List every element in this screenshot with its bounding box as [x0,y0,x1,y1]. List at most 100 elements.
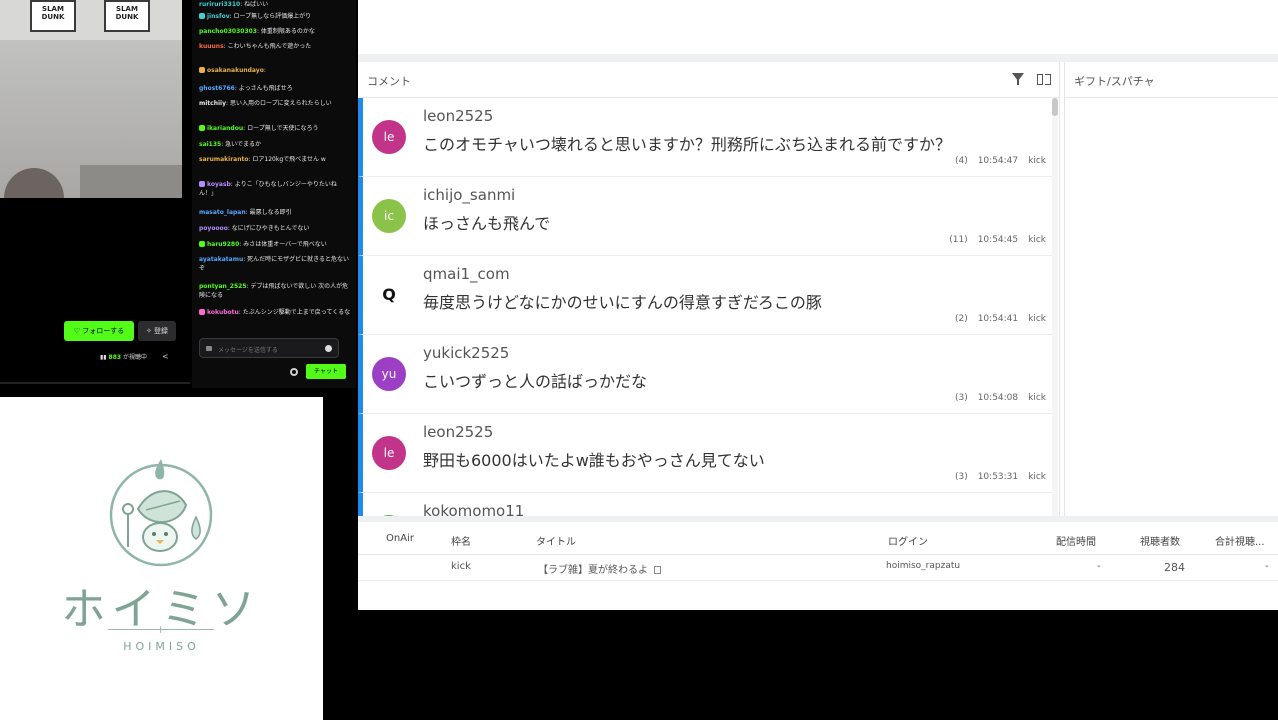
chat-input[interactable]: メッセージを送信する [199,338,339,358]
filter-icon[interactable] [1012,73,1024,85]
chat-username[interactable]: osakanakundayo [207,67,264,74]
subscribe-button[interactable]: ✧ 登録 [138,321,176,341]
comment-meta: (11) 10:54:45 kick [939,235,1046,245]
comment-time: 10:54:41 [977,314,1019,324]
avatar: le [372,120,406,154]
column-header-viewers[interactable]: 視聴者数 [1140,533,1180,548]
chat-message: osakanakundayo: [199,66,351,75]
chat-message: ikariandou: ロープ無しで天使になろう [199,124,351,133]
chat-username[interactable]: mitchiiy [199,100,226,107]
chat-message: masato_lapan: 最悪しなる即引 [199,208,351,217]
table-divider [358,554,1278,555]
cell-viewers: 284 [1164,561,1185,574]
chat-username[interactable]: ghost6766 [199,85,235,92]
poster: SLAM DUNK [30,0,76,32]
splitter[interactable] [358,54,1278,62]
chat-username[interactable]: koyasb [207,181,231,188]
chat-text: みさは体重オーバーで飛べない [243,241,327,248]
chat-message: kokubotu: たぶんシンジ駆動で上まで戻ってくるな [199,308,351,317]
comment-count: (3) [954,393,968,403]
columns-icon[interactable] [1037,74,1051,85]
comment-item[interactable]: Qqmai1_com 毎度思うけどなにかのせいにすんの得意すぎだろこの豚 (2) 10… [358,256,1054,335]
column-header-total[interactable]: 合計視聴... [1215,533,1265,548]
follow-button[interactable]: ♡ フォローする [64,321,134,341]
copy-icon[interactable] [654,566,661,574]
comment-text: 毎度思うけどなにかのせいにすんの得意すぎだろこの豚 [423,293,822,312]
comment-time: 10:54:45 [977,235,1019,245]
comment-item[interactable]: le leon2525 このオモチャいつ壊れると思いますか？刑務所にぶち込まれる前で… [358,98,1054,177]
scrollbar[interactable] [1052,98,1058,516]
chat-username[interactable]: sai135 [199,141,221,148]
chat-username[interactable]: masato_lapan [199,209,246,216]
gifts-pane: ギフト/スパチャ [1064,62,1278,516]
chat-message: ayatakatamu: 死んだ時にモザグビに就きると危ないぞ [199,255,351,273]
chat-text: よっさんも飛ばせろ [238,85,293,92]
share-icon[interactable]: < [162,352,169,361]
comment-source: kick [1028,156,1046,166]
user-badge-icon [199,241,205,247]
chat-text: たぶんシンジ駆動で上まで戻ってくるな [242,309,351,316]
comment-count: (11) [949,235,968,245]
comment-meta: (4) 10:54:47 kick [945,156,1046,166]
chat-username[interactable]: haru9280 [207,241,239,248]
chat-username[interactable]: ikariandou [207,125,243,132]
chat-username[interactable]: ayatakatamu [199,256,243,263]
comment-text: ほっさんも飛んで [423,214,551,233]
chat-username[interactable]: sarumakiranto [199,156,248,163]
chat-username[interactable]: poyoooo [199,225,228,232]
chat-text: ねばいい [244,1,269,8]
table-divider [358,580,1278,581]
column-header-onair[interactable]: OnAir [386,533,414,544]
stream-table: OnAir 枠名 タイトル ログイン 配信時間 視聴者数 合計視聴... kic… [358,522,1278,610]
cell-title-text: 【ラブ雑】夏が終わるよ [538,565,648,576]
screen: SLAM DUNK SLAM DUNK ruriruri3310: ねばいい ji… [0,0,1278,720]
cell-duration: - [1097,561,1101,572]
comment-username[interactable]: yukick2525 [423,344,509,362]
user-badge-icon [199,125,205,131]
comment-username[interactable]: leon2525 [423,107,493,125]
comments-title: コメント [367,75,411,88]
chat-text: こわいちゃんも飛んで遊かった [227,43,312,50]
chat-send-button[interactable]: チャット [306,364,346,379]
hoimiso-mascot-logo [109,459,213,567]
comment-count: (3) [954,472,968,482]
avatar: Q [372,278,406,312]
chat-username[interactable]: kokubotu [207,309,239,316]
comment-username[interactable]: qmai1_com [423,265,510,283]
viewer-count: ▮▮ 883 が視聴中 [100,352,147,361]
chat-username[interactable]: ruriruri3310 [199,1,240,8]
chat-message: pontyan_2525: デブは飛ばないで欲しい 次の人が危険になる [199,282,351,300]
chat-message: jinsfov: ロープ無しなら評価爆上がり [199,12,351,21]
chat-username[interactable]: pancho03030303 [199,28,257,35]
comment-username[interactable]: leon2525 [423,423,493,441]
comment-viewer-app: コメント le leon2525 このオモチャいつ壊れると思いますか？刑務所にぶち込… [358,0,1278,610]
comment-meta: (2) 10:54:41 kick [945,314,1046,324]
chat-text: ロープ無しで天使になろう [247,125,319,132]
chat-username[interactable]: kuuuns [199,43,224,50]
column-header-login[interactable]: ログイン [888,533,928,548]
gear-icon[interactable] [290,368,298,376]
comment-username[interactable]: ichijo_sanmi [423,186,515,204]
comment-item[interactable]: le leon2525 野田も6000はいたよw誰もおやっさん見てない (3) 10:5… [358,414,1054,493]
cell-frame: kick [451,561,471,572]
poster: SLAM DUNK [104,0,150,32]
webcam-feed: SLAM DUNK SLAM DUNK [0,0,182,198]
gifts-title: ギフト/スパチャ [1074,75,1155,88]
column-header-frame[interactable]: 枠名 [451,533,471,548]
gifts-pane-header: ギフト/スパチャ [1065,62,1278,98]
chat-message: ghost6766: よっさんも飛ばせろ [199,84,351,93]
chat-username[interactable]: pontyan_2525 [199,283,247,290]
emote-icon[interactable] [325,345,332,352]
chat-text: 体重制限あるのかな [260,28,315,35]
column-header-title[interactable]: タイトル [536,533,576,548]
chat-message: poyoooo: なにげにひやきもとんでない [199,224,351,233]
logo-subtitle: HOIMISO [123,640,200,653]
comment-item[interactable]: yu yukick2525 こいつずっと人の話ばっかだな (3) 10:54:08 kic… [358,335,1054,414]
column-header-duration[interactable]: 配信時間 [1056,533,1096,548]
shelf [80,165,182,198]
person [4,168,64,198]
comment-item[interactable]: ic ichijo_sanmi ほっさんも飛んで (11) 10:54:45 kick [358,177,1054,256]
kick-chat-panel: ruriruri3310: ねばいい jinsfov: ロープ無しなら評価爆上がり… [192,0,356,388]
chat-username[interactable]: jinsfov [207,13,230,20]
scrollbar-thumb[interactable] [1052,98,1058,116]
